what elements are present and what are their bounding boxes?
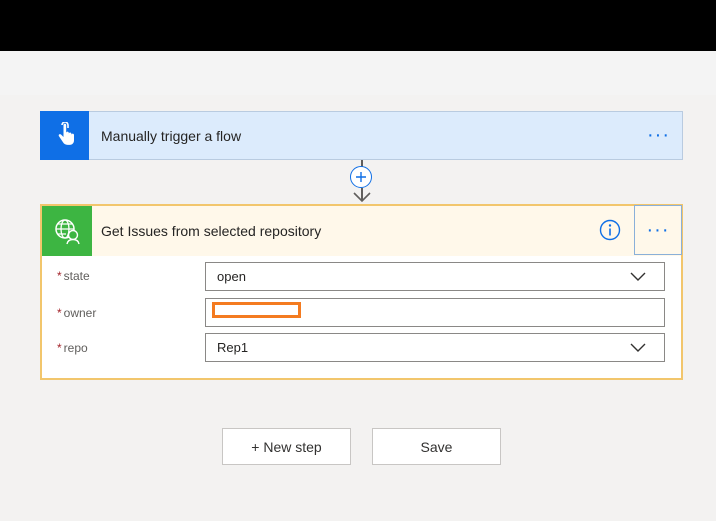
repo-label: repo bbox=[63, 341, 88, 355]
repo-dropdown[interactable]: Rep1 bbox=[205, 333, 665, 362]
globe-user-icon bbox=[42, 206, 92, 256]
touch-hand-icon bbox=[40, 111, 89, 160]
more-dots-icon: ··· bbox=[646, 219, 670, 241]
field-label-state: * state bbox=[57, 269, 90, 283]
trigger-card[interactable]: Manually trigger a flow ··· bbox=[40, 111, 683, 160]
state-label: state bbox=[63, 269, 90, 283]
field-label-repo: * repo bbox=[57, 341, 88, 355]
new-step-button[interactable]: + New step bbox=[222, 428, 351, 465]
trigger-title: Manually trigger a flow bbox=[101, 128, 242, 144]
redaction-box bbox=[212, 302, 301, 318]
trigger-more-options-button[interactable]: ··· bbox=[647, 125, 670, 145]
add-step-plus-icon[interactable] bbox=[350, 166, 372, 188]
required-mark: * bbox=[57, 269, 62, 283]
repo-value: Rep1 bbox=[217, 340, 249, 355]
owner-label: owner bbox=[63, 306, 97, 320]
designer-header-band bbox=[0, 51, 716, 95]
owner-input[interactable] bbox=[205, 298, 665, 327]
action-card-header[interactable]: Get Issues from selected repository ··· bbox=[42, 205, 682, 256]
action-more-options-button[interactable]: ··· bbox=[634, 205, 682, 255]
required-mark: * bbox=[57, 341, 62, 355]
field-label-owner: * owner bbox=[57, 306, 96, 320]
arrow-down-icon bbox=[353, 192, 371, 203]
action-title: Get Issues from selected repository bbox=[101, 223, 322, 239]
chevron-down-icon bbox=[630, 343, 646, 352]
info-icon[interactable] bbox=[599, 219, 621, 246]
required-mark: * bbox=[57, 306, 62, 320]
state-value: open bbox=[217, 269, 246, 284]
chevron-down-icon bbox=[630, 272, 646, 281]
top-bar bbox=[0, 0, 716, 51]
action-card: Get Issues from selected repository ··· … bbox=[40, 204, 683, 380]
save-button[interactable]: Save bbox=[372, 428, 501, 465]
state-dropdown[interactable]: open bbox=[205, 262, 665, 291]
